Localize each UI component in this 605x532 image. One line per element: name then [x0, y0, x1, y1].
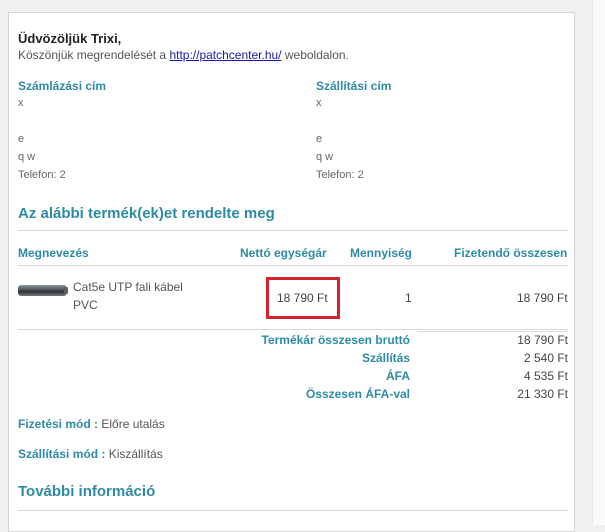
greeting: Üdvözöljük Trixi, — [18, 31, 122, 46]
payment-label: Fizetési mód : — [18, 417, 99, 431]
scrollbar-track[interactable] — [592, 0, 605, 525]
product-total: 18 790 Ft — [517, 291, 568, 305]
shipping-line-1: x — [316, 97, 322, 109]
billing-line-1: x — [18, 97, 24, 109]
billing-line-3: e — [18, 133, 25, 145]
total-value-vat: 4 535 Ft — [523, 369, 568, 383]
total-label-gross: Termékár összesen bruttó — [261, 333, 411, 347]
delivery-value: Kiszállítás — [108, 447, 163, 461]
total-label-vat: ÁFA — [386, 369, 410, 383]
delivery-label: Szállítási mód : — [18, 447, 106, 461]
header-divider — [18, 265, 568, 266]
payment-value: Előre utalás — [101, 417, 165, 431]
total-label-grand: Összesen ÁFA-val — [305, 387, 410, 401]
payment-method: Fizetési mód : Előre utalás — [18, 417, 165, 431]
col-header-name: Megnevezés — [18, 246, 89, 260]
thanks-before: Köszönjük megrendelését a — [18, 48, 170, 62]
more-info-heading: További információ — [18, 483, 156, 500]
billing-title: Számlázási cím — [18, 79, 107, 93]
row-divider — [18, 329, 568, 330]
thanks-text: Köszönjük megrendelését a http://patchce… — [18, 48, 349, 62]
shipping-line-4: q w — [316, 151, 334, 163]
delivery-method: Szállítási mód : Kiszállítás — [18, 447, 163, 461]
email-panel: Üdvözöljük Trixi, Köszönjük megrendelésé… — [8, 12, 575, 532]
col-header-quantity: Mennyiség — [350, 246, 413, 260]
cable-icon — [18, 285, 68, 296]
thanks-after: weboldalon. — [281, 48, 349, 62]
total-value-shipping: 2 540 Ft — [523, 351, 568, 365]
heading-divider — [18, 230, 568, 231]
unit-price-highlight-box — [266, 277, 340, 319]
site-link[interactable]: http://patchcenter.hu/ — [169, 48, 281, 62]
totals-divider — [417, 331, 568, 332]
total-label-shipping: Szállítás — [361, 351, 410, 365]
billing-phone: Telefon: 2 — [18, 169, 66, 181]
product-name-line2: PVC — [73, 298, 98, 312]
shipping-title: Szállítási cím — [316, 79, 392, 93]
shipping-line-3: e — [316, 133, 323, 145]
shipping-phone: Telefon: 2 — [316, 169, 364, 181]
col-header-unit-price: Nettó egységár — [240, 246, 327, 260]
total-value-grand: 21 330 Ft — [517, 387, 568, 401]
products-heading: Az alábbi termék(ek)et rendelte meg — [18, 205, 275, 222]
more-info-divider — [18, 510, 568, 511]
col-header-total: Fizetendő összesen — [454, 246, 568, 260]
total-value-gross: 18 790 Ft — [517, 333, 568, 347]
product-quantity: 1 — [405, 291, 412, 305]
billing-line-4: q w — [18, 151, 36, 163]
product-name-line1[interactable]: Cat5e UTP fali kábel — [73, 280, 183, 294]
